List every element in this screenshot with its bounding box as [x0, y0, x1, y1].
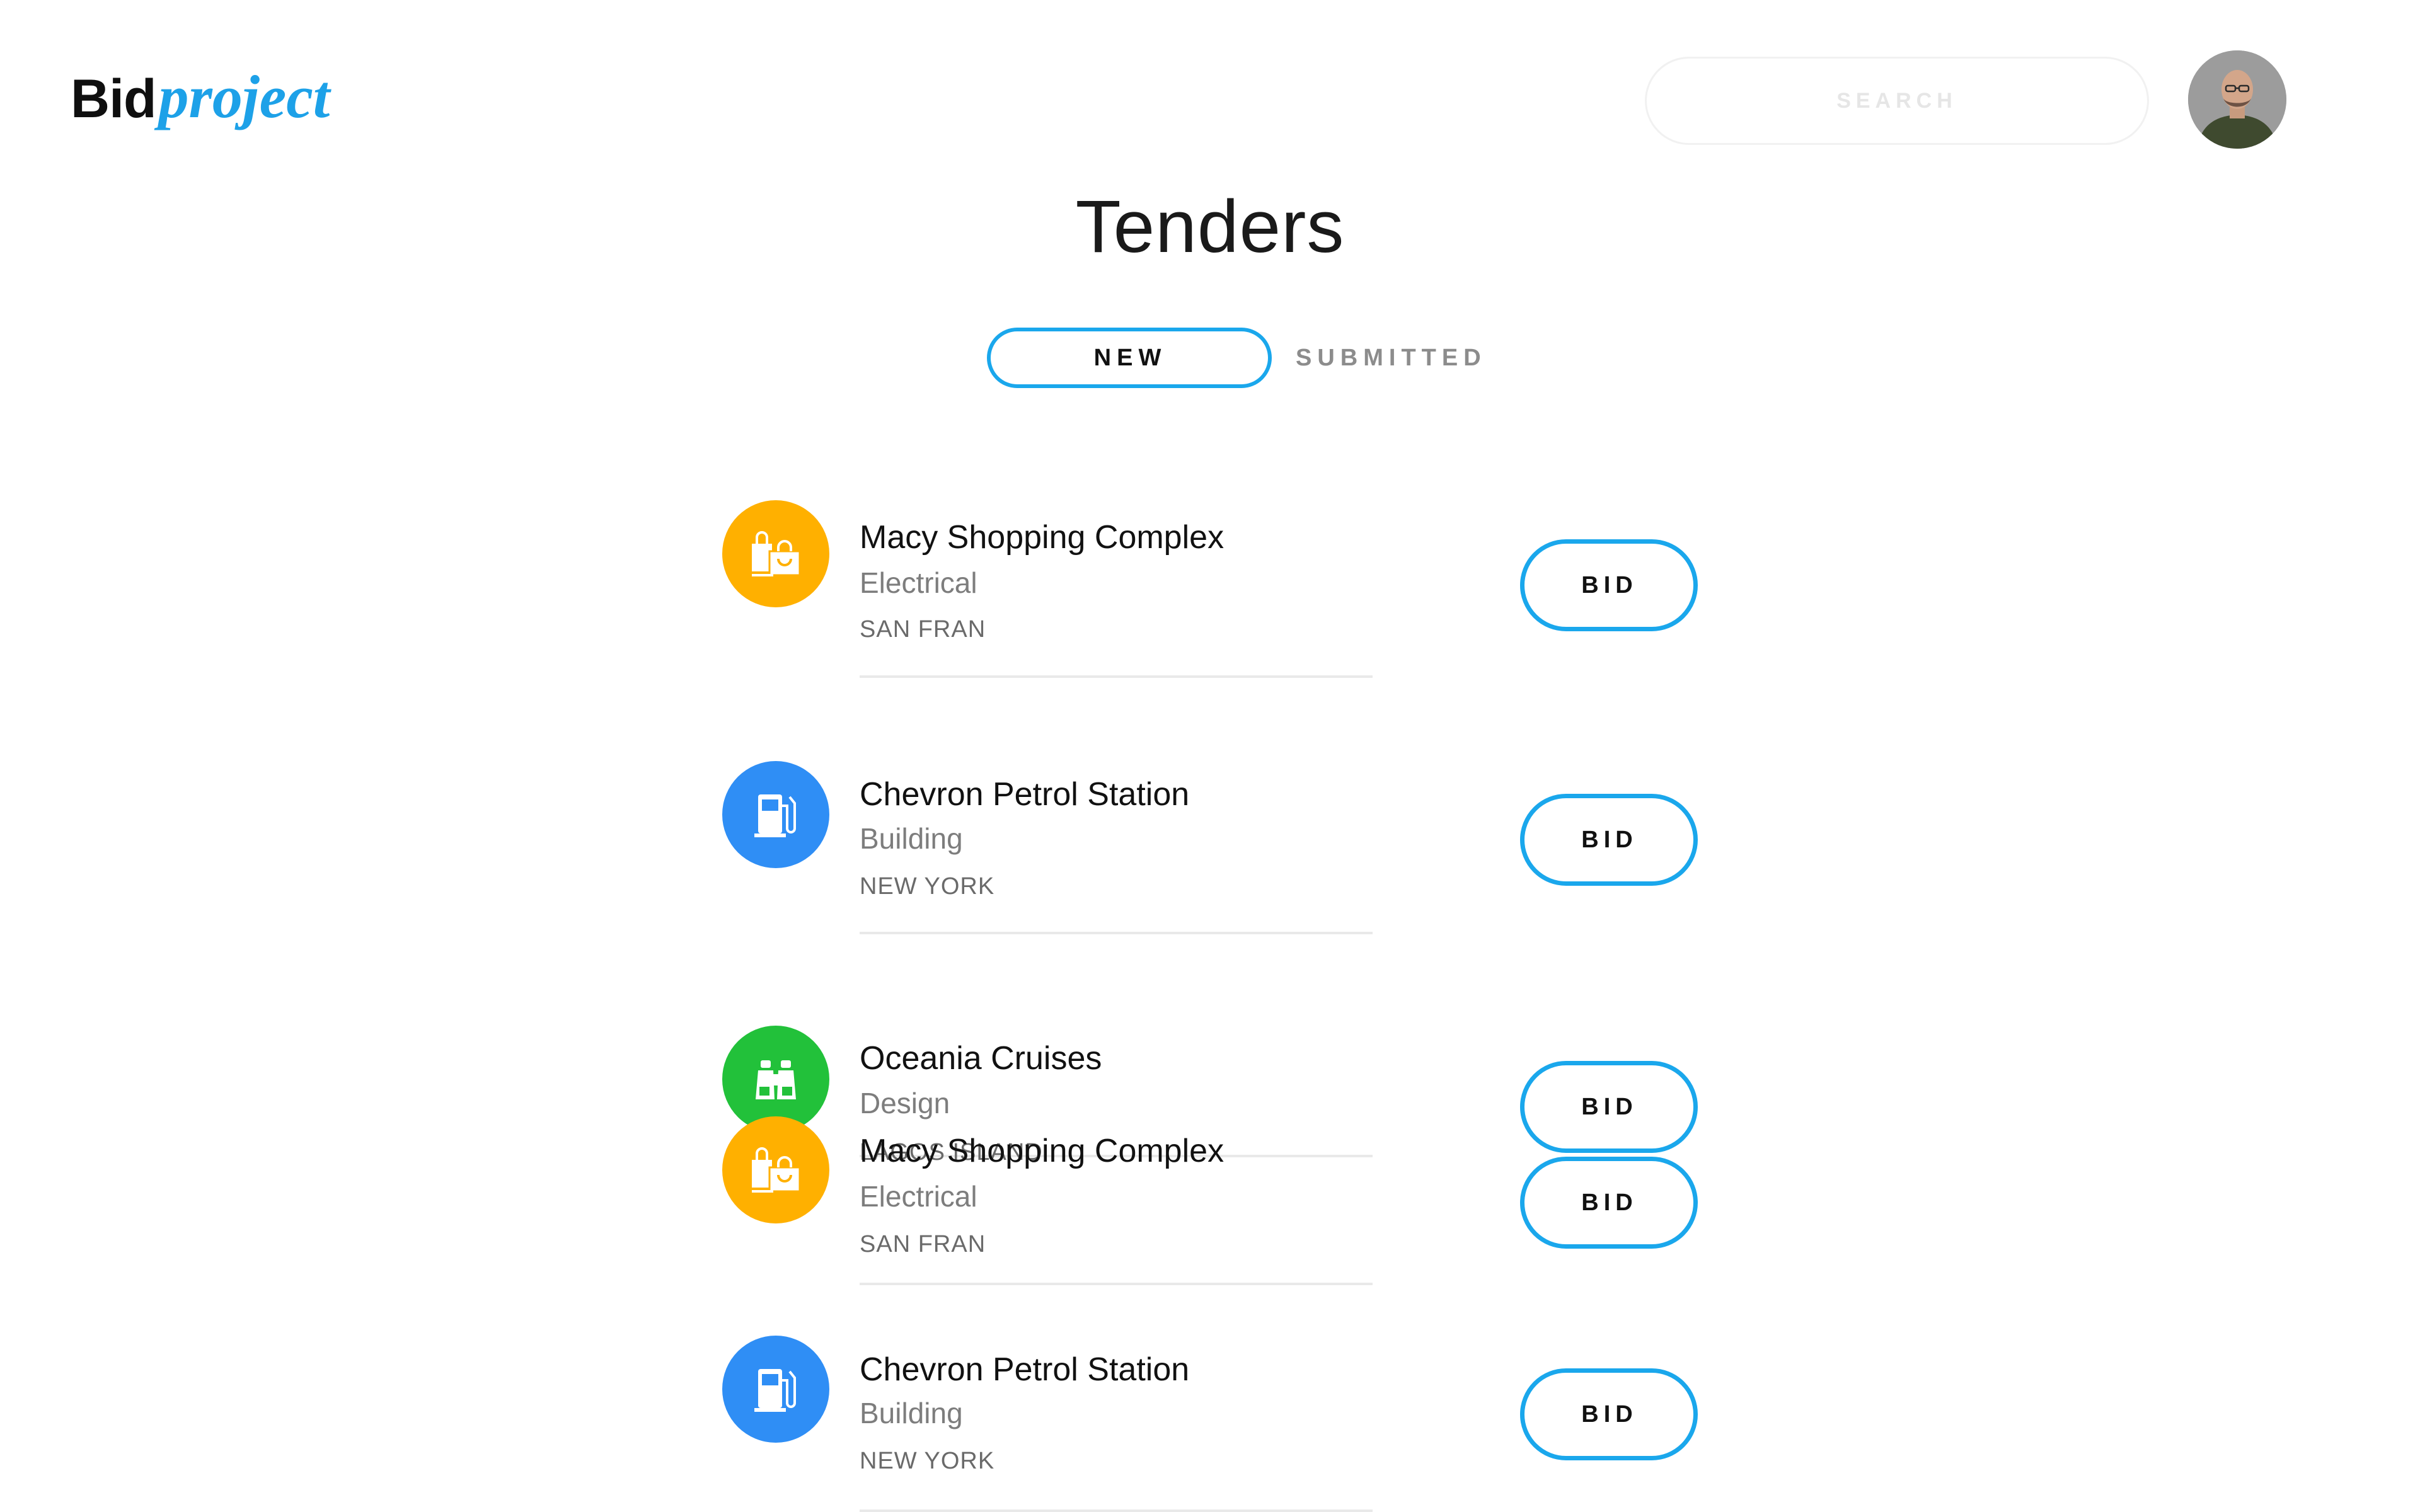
tender-list-continued: Macy Shopping Complex Electrical SAN FRA… [722, 1090, 1705, 1512]
user-avatar[interactable] [2188, 50, 2286, 149]
tender-info[interactable]: Macy Shopping Complex Electrical SAN FRA… [860, 498, 1373, 678]
tender-name: Macy Shopping Complex [860, 1133, 1224, 1169]
shopping-bags-icon [752, 531, 801, 576]
bid-button[interactable]: BID [1520, 539, 1698, 631]
tender-info[interactable]: Chevron Petrol Station Building NEW YORK [860, 1285, 1373, 1512]
tender-name: Oceania Cruises [860, 1040, 1102, 1077]
tab-new[interactable]: NEW [987, 328, 1272, 388]
tender-location: NEW YORK [860, 873, 995, 900]
tender-category: Building [860, 822, 963, 855]
tender-category: Electrical [860, 566, 977, 599]
bid-button[interactable]: BID [1520, 794, 1698, 886]
tender-name: Macy Shopping Complex [860, 519, 1224, 556]
fuel-pump-icon [754, 794, 796, 837]
tab-submitted[interactable]: SUBMITTED [1296, 345, 1487, 372]
avatar-portrait-icon [2188, 50, 2286, 149]
tender-info[interactable]: Chevron Petrol Station Building NEW YORK [860, 708, 1373, 934]
tender-row: Macy Shopping Complex Electrical SAN FRA… [722, 1090, 1705, 1285]
app-logo[interactable]: Bid project [71, 62, 330, 131]
tender-name: Chevron Petrol Station [860, 1351, 1190, 1388]
tender-tabs: NEW SUBMITTED [987, 328, 1487, 388]
tender-icon-badge [722, 1336, 829, 1443]
bid-button[interactable]: BID [1520, 1157, 1698, 1249]
tender-info[interactable]: Macy Shopping Complex Electrical SAN FRA… [860, 1090, 1373, 1285]
tender-icon-badge [722, 1116, 829, 1223]
tender-row: Macy Shopping Complex Electrical SAN FRA… [722, 498, 1705, 678]
logo-text-accent: project [158, 63, 330, 130]
tender-location: SAN FRAN [860, 616, 986, 643]
logo-text-main: Bid [71, 69, 157, 129]
search-input[interactable] [1645, 57, 2149, 145]
tender-category: Electrical [860, 1180, 977, 1213]
tender-row: Chevron Petrol Station Building NEW YORK… [722, 1285, 1705, 1512]
tender-name: Chevron Petrol Station [860, 776, 1190, 813]
fuel-pump-icon [754, 1369, 796, 1412]
bid-button[interactable]: BID [1520, 1368, 1698, 1460]
tender-location: NEW YORK [860, 1448, 995, 1474]
tender-list: Macy Shopping Complex Electrical SAN FRA… [722, 498, 1705, 1166]
tender-category: Building [860, 1397, 963, 1429]
shopping-bags-icon [752, 1147, 801, 1193]
tender-icon-badge [722, 500, 829, 607]
tender-row: Chevron Petrol Station Building NEW YORK… [722, 708, 1705, 934]
tender-location: SAN FRAN [860, 1231, 986, 1257]
tender-icon-badge [722, 761, 829, 868]
page-title: Tenders [1075, 185, 1345, 268]
